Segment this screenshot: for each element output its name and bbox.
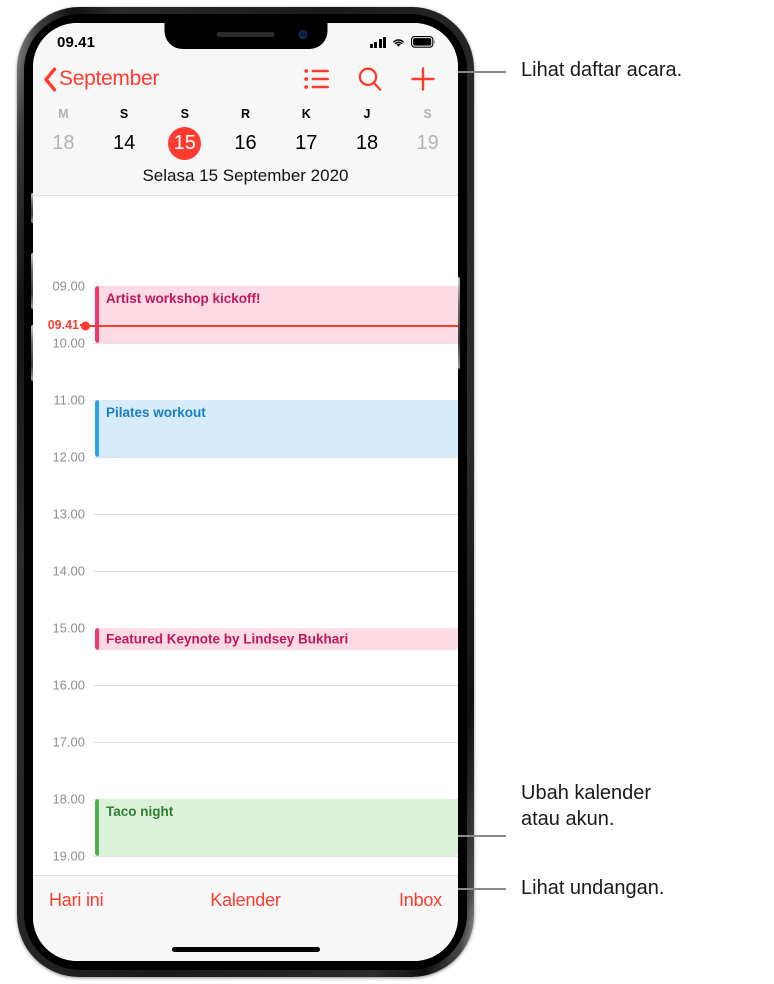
day-number: 17 <box>295 132 318 154</box>
status-bar-indicators <box>369 36 437 48</box>
calendar-event[interactable]: Artist workshop kickoff! <box>95 286 458 343</box>
event-color-bar <box>95 286 99 343</box>
day-timeline[interactable]: 09.00 10.00 11.00 12.00 13.00 14.00 15.00 16.00… <box>33 223 458 876</box>
tab-calendars[interactable]: Kalender <box>180 890 311 911</box>
day-cell[interactable]: 18 <box>337 127 398 160</box>
event-title: Pilates workout <box>106 405 206 420</box>
hour-label: 09.00 <box>52 278 85 294</box>
hour-gridline <box>93 343 458 344</box>
earpiece-speaker-icon <box>216 32 275 37</box>
notch <box>164 23 327 49</box>
week-strip: M S S R K J S 18 14 15 16 17 18 19 Selasa 15 Septemb… <box>33 103 458 196</box>
event-title: Taco night <box>106 804 174 819</box>
weekday-initial: S <box>119 107 129 121</box>
tab-items: Hari ini Kalender Inbox <box>33 876 458 924</box>
event-color-bar <box>95 628 99 650</box>
current-time-line <box>85 324 458 327</box>
calendar-event[interactable]: Pilates workout <box>95 400 458 457</box>
day-numbers-row: 18 14 15 16 17 18 19 <box>33 127 458 160</box>
hour-label: 11.00 <box>53 392 85 408</box>
hour-label: 18.00 <box>52 791 85 807</box>
event-color-bar <box>95 400 99 457</box>
day-number: 18 <box>355 132 379 154</box>
weekday-initials-row: MSSRKJS <box>33 107 458 127</box>
event-color-bar <box>95 799 99 856</box>
hour-label: 17.00 <box>52 734 85 750</box>
hour-gridline <box>93 742 458 743</box>
calendar-event[interactable]: Taco night <box>95 799 458 856</box>
phone-screen: 09.41 September M S S R K J S 18 14 15 1… <box>33 23 458 961</box>
day-number: 14 <box>112 132 136 154</box>
day-number: 15 <box>168 127 202 160</box>
current-time-dot <box>81 321 90 331</box>
calendar-event[interactable]: Featured Keynote by Lindsey Bukhari <box>95 628 458 650</box>
tab-inbox[interactable]: Inbox <box>311 890 442 911</box>
plus-icon[interactable] <box>410 66 436 92</box>
hour-gridline <box>93 514 458 515</box>
callout-inbox-text: Lihat undangan. <box>521 877 665 899</box>
back-button-label: September <box>59 67 160 90</box>
hour-label: 19.00 <box>52 848 85 864</box>
wifi-icon <box>393 38 404 47</box>
weekday-initial: S <box>180 107 189 121</box>
weekday-initial: K <box>301 107 311 121</box>
day-cell[interactable]: 19 <box>397 127 458 160</box>
day-cell[interactable]: 14 <box>94 127 155 160</box>
weekday-initial: M <box>58 107 69 121</box>
status-bar-time: 09.41 <box>57 33 96 51</box>
weekday-initial: R <box>241 107 251 121</box>
weekday-initial: J <box>363 107 371 121</box>
hour-label: 14.00 <box>52 563 85 579</box>
day-cell[interactable]: 16 <box>215 127 276 160</box>
tab-today[interactable]: Hari ini <box>49 890 180 911</box>
callout-list-view-text: Lihat daftar acara. <box>521 59 683 81</box>
navigation-bar: September <box>33 55 458 103</box>
signal-bars-icon <box>369 36 386 48</box>
hour-label: 10.00 <box>52 335 85 351</box>
day-number: 16 <box>234 132 257 154</box>
callout-calendars-text: Ubah kalender atau akun. <box>521 782 652 830</box>
back-to-september-button[interactable]: September <box>43 67 159 92</box>
hour-gridline <box>93 856 458 857</box>
day-number: 18 <box>52 132 75 154</box>
hour-gridline <box>93 685 458 686</box>
front-camera-icon <box>298 30 307 39</box>
day-cell[interactable]: 17 <box>276 127 337 160</box>
selected-day-title: Selasa 15 September 2020 <box>33 160 458 196</box>
weekday-initial: S <box>423 107 432 121</box>
home-indicator[interactable] <box>171 947 320 952</box>
day-cell-selected[interactable]: 15 <box>154 127 215 160</box>
hour-label: 12.00 <box>52 449 85 465</box>
current-time-label: 09.41 <box>47 317 79 332</box>
bulleted-list-icon[interactable] <box>304 68 330 90</box>
chevron-left-icon <box>44 67 57 91</box>
hour-label: 15.00 <box>52 620 85 636</box>
event-title: Featured Keynote by Lindsey Bukhari <box>106 631 349 647</box>
magnifying-glass-icon[interactable] <box>357 66 383 92</box>
hour-gridline <box>93 571 458 572</box>
hour-gridline <box>93 457 458 458</box>
day-cell[interactable]: 18 <box>33 127 94 160</box>
bottom-tab-bar: Hari ini Kalender Inbox <box>33 875 458 961</box>
hour-label: 16.00 <box>52 677 85 693</box>
day-number: 19 <box>416 132 439 154</box>
navigation-actions <box>304 66 436 92</box>
event-title: Artist workshop kickoff! <box>106 291 261 306</box>
battery-icon <box>411 36 436 48</box>
hour-label: 13.00 <box>52 506 85 522</box>
